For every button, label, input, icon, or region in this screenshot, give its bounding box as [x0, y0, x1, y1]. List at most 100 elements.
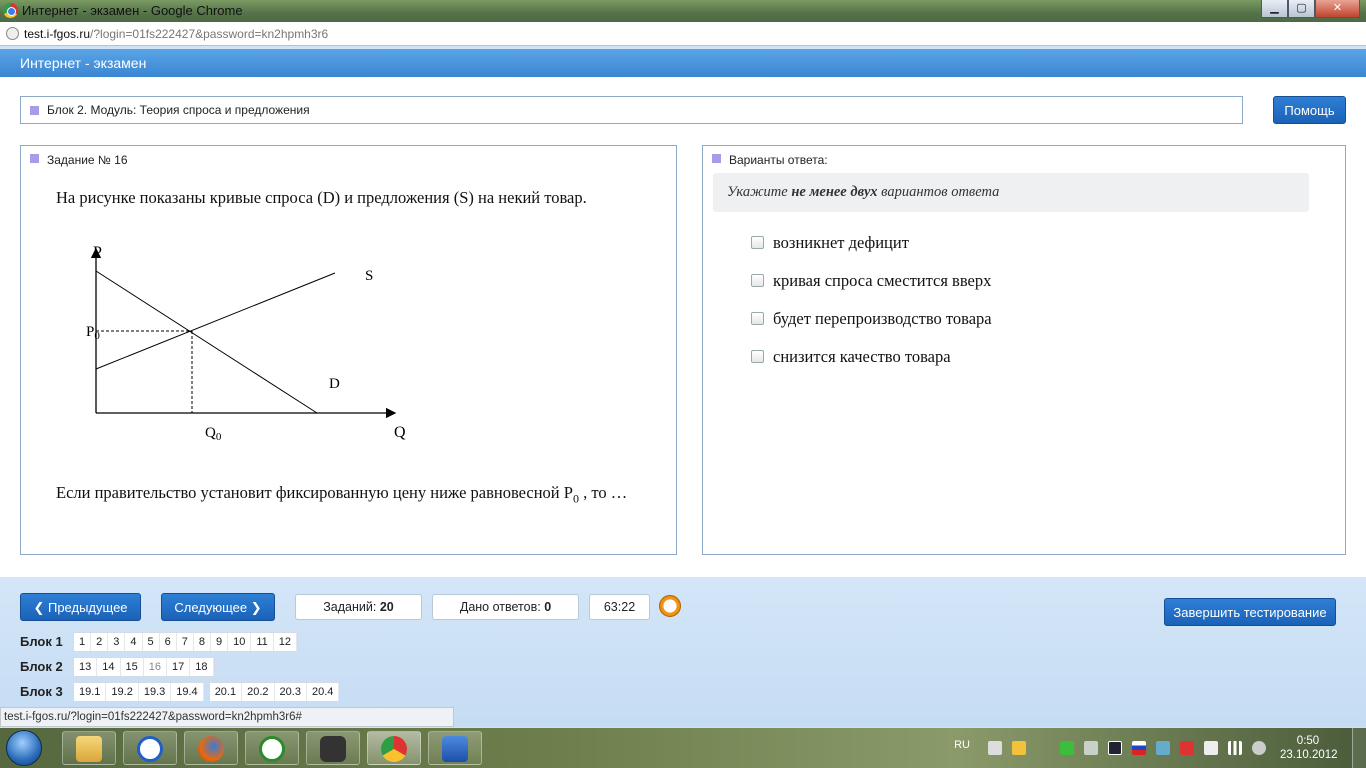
task-link[interactable]: 7 — [177, 633, 194, 651]
task-link[interactable]: 11 — [251, 633, 274, 651]
next-button[interactable]: Следующее ❯ — [161, 593, 275, 621]
task-link[interactable]: 20.2 — [242, 683, 275, 701]
task-link[interactable]: 20.3 — [275, 683, 307, 701]
answer-label[interactable]: кривая спроса сместится вверх — [773, 271, 991, 291]
square-bullet-icon — [30, 154, 39, 163]
d-app-icon — [137, 736, 163, 762]
answer-checkbox[interactable] — [751, 274, 764, 287]
task-link[interactable]: 19.3 — [139, 683, 172, 701]
task-link[interactable]: 9 — [211, 633, 229, 651]
finish-test-button[interactable]: Завершить тестирование — [1164, 598, 1336, 626]
task-link[interactable]: 19.1 — [74, 683, 107, 701]
taskbar-chrome[interactable] — [367, 731, 421, 765]
system-tray: RU 0:50 23.10.2012 — [946, 728, 1366, 768]
russian-flag-icon[interactable] — [1132, 741, 1146, 755]
task-link[interactable]: 12 — [274, 633, 298, 651]
taskbar-firefox[interactable] — [184, 731, 238, 765]
address-bar[interactable]: test.i-fgos.ru/?login=01fs222427&passwor… — [0, 22, 1366, 46]
at-sign-icon — [259, 736, 285, 762]
answer-checkbox[interactable] — [751, 350, 764, 363]
window-title: Интернет - экзамен - Google Chrome — [22, 3, 243, 18]
signal-bars-icon[interactable] — [1228, 741, 1242, 755]
pen-icon[interactable] — [1084, 741, 1098, 755]
hint-bold: не менее двух — [791, 184, 878, 200]
monitor-icon[interactable] — [1108, 741, 1122, 755]
task-link[interactable]: 20.4 — [307, 683, 340, 701]
p0-subscript: 0 — [94, 330, 100, 342]
close-button[interactable]: ✕ — [1315, 0, 1360, 18]
taskbar-word[interactable] — [428, 731, 482, 765]
task-link[interactable]: 2 — [91, 633, 109, 651]
tasks-label: Заданий: — [323, 600, 377, 614]
task-link[interactable]: 3 — [108, 633, 126, 651]
task-link[interactable]: 18 — [190, 658, 214, 676]
keys-icon[interactable] — [1012, 741, 1026, 755]
volume-icon[interactable] — [1252, 741, 1266, 755]
task-link[interactable]: 20.1 — [210, 683, 243, 701]
url-path: /?login=01fs222427&password=kn2hpmh3r6 — [90, 27, 329, 41]
question-text: На рисунке показаны кривые спроса (D) и … — [56, 188, 587, 207]
help-button[interactable]: Помощь — [1273, 96, 1346, 124]
previous-label: Предыдущее — [47, 600, 128, 615]
task-link[interactable]: 4 — [125, 633, 143, 651]
clipboard-icon[interactable] — [988, 741, 1002, 755]
clock-time: 0:50 — [1296, 735, 1320, 747]
chrome-icon — [381, 736, 407, 762]
task-link[interactable]: 19.4 — [171, 683, 204, 701]
url-text[interactable]: test.i-fgos.ru/?login=01fs222427&passwor… — [24, 27, 328, 41]
task-link[interactable]: 5 — [143, 633, 160, 651]
q0-subscript: 0 — [216, 431, 222, 443]
maximize-button[interactable]: ▢ — [1288, 0, 1315, 18]
next-label: Следующее — [174, 600, 248, 615]
browser-status-bar: test.i-fgos.ru/?login=01fs222427&passwor… — [0, 707, 454, 727]
taskbar-mail-agent[interactable] — [245, 731, 299, 765]
previous-button[interactable]: ❮ Предыдущее — [20, 593, 141, 621]
block-label: Блок 3 — [20, 684, 63, 699]
answer-checkbox[interactable] — [751, 236, 764, 249]
green-app-icon[interactable] — [1060, 741, 1074, 755]
answer-label[interactable]: снизится качество товара — [773, 347, 951, 367]
task-link[interactable]: 8 — [194, 633, 211, 651]
task-link[interactable]: 15 — [121, 658, 144, 676]
tasks-count-box: Заданий: 20 — [295, 594, 422, 620]
answer-label[interactable]: будет перепроизводство товара — [773, 309, 992, 329]
app-title: Интернет - экзамен — [20, 55, 147, 71]
task-number-list: 1 2 3 4 5 6 7 8 9 10 11 12 — [73, 632, 299, 652]
task-link[interactable]: 14 — [97, 658, 121, 676]
taskbar-camera[interactable] — [306, 731, 360, 765]
question-panel: Задание № 16 На рисунке показаны кривые … — [20, 145, 677, 555]
system-clock[interactable]: 0:50 23.10.2012 — [1280, 734, 1338, 762]
minimize-button[interactable]: ▁ — [1261, 0, 1288, 18]
windows-taskbar: RU 0:50 23.10.2012 — [0, 728, 1366, 768]
task-number-list: 19.1 19.2 19.3 19.4 20.1 20.2 20.3 20.4 — [73, 682, 341, 702]
start-button[interactable] — [6, 730, 42, 766]
task-link[interactable]: 13 — [74, 658, 98, 676]
answer-hint: Укажите не менее двух вариантов ответа — [713, 173, 1309, 212]
taskbar-app-d[interactable] — [123, 731, 177, 765]
task-link[interactable]: 1 — [74, 633, 92, 651]
task-link[interactable]: 19.2 — [106, 683, 139, 701]
task-link[interactable]: 17 — [167, 658, 191, 676]
condition-tail: , то … — [578, 483, 628, 502]
taskbar-explorer[interactable] — [62, 731, 116, 765]
task-link[interactable]: 6 — [160, 633, 177, 651]
answers-heading: Варианты ответа: — [729, 153, 828, 167]
url-host: test.i-fgos.ru — [24, 27, 91, 41]
hint-post: вариантов ответа — [877, 184, 1000, 200]
alarm-clock-icon — [659, 595, 681, 617]
antivirus-icon[interactable] — [1156, 741, 1170, 755]
language-indicator[interactable]: RU — [954, 739, 970, 751]
p-axis-label: P — [93, 244, 102, 261]
q-axis-label: Q — [394, 424, 406, 441]
answer-checkbox[interactable] — [751, 312, 764, 325]
task-link[interactable]: 10 — [228, 633, 252, 651]
page-info-icon[interactable] — [6, 27, 19, 40]
answer-label[interactable]: возникнет дефицит — [773, 233, 909, 253]
action-center-flag-icon[interactable] — [1204, 741, 1218, 755]
answered-count-box: Дано ответов: 0 — [432, 594, 579, 620]
p0-letter: P — [86, 324, 94, 340]
network-error-icon[interactable] — [1180, 741, 1194, 755]
show-desktop-button[interactable] — [1352, 728, 1366, 768]
task-link-current[interactable]: 16 — [144, 658, 167, 676]
demand-curve — [95, 270, 318, 414]
